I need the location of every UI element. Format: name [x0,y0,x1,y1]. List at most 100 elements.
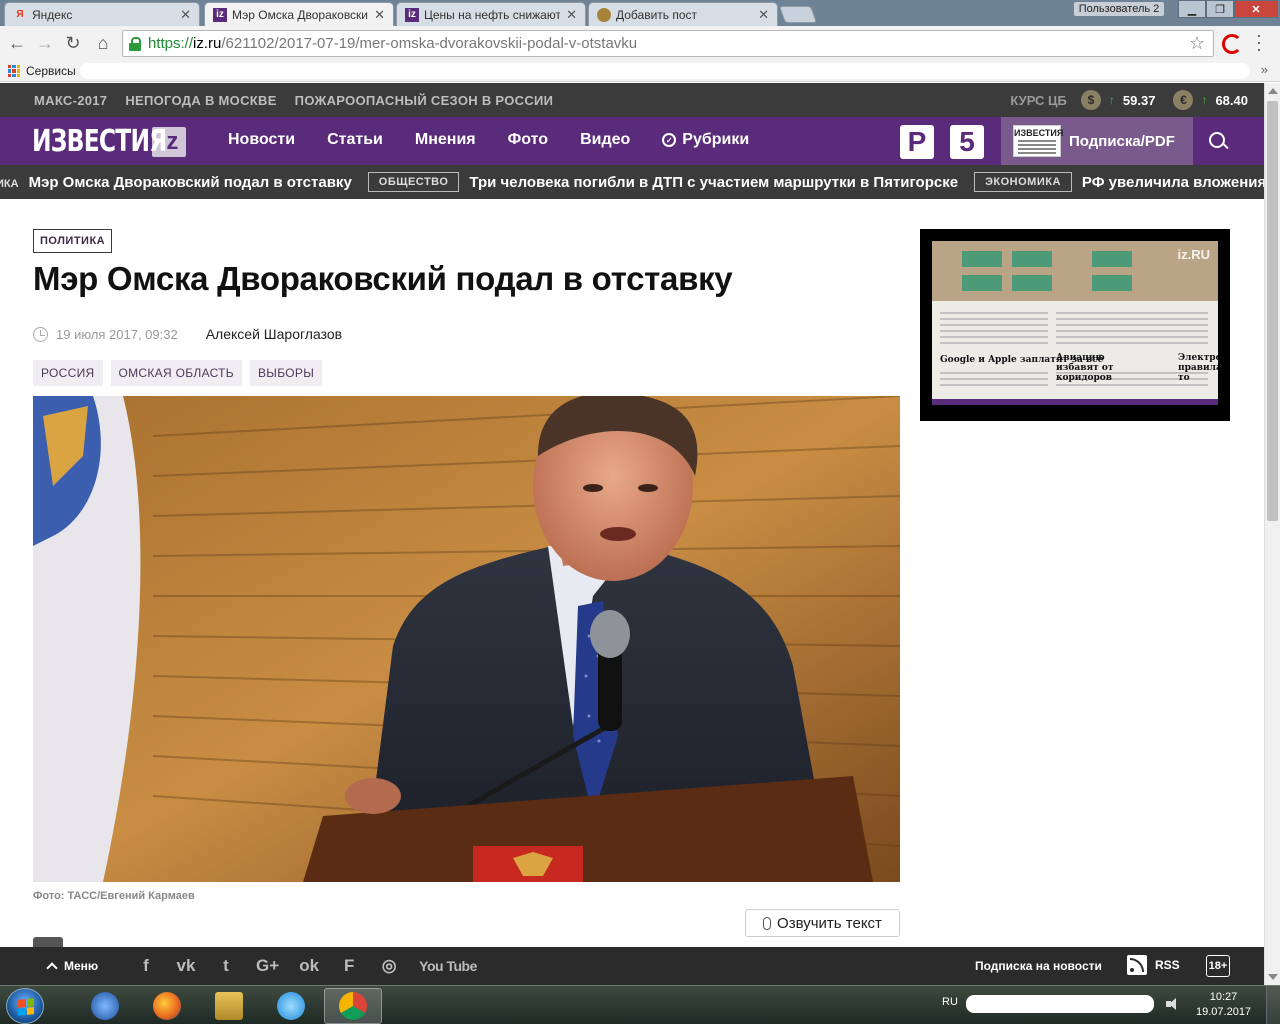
close-tab-icon[interactable]: ✕ [374,7,385,23]
language-indicator[interactable]: RU [942,996,958,1008]
topic-links: МАКС-2017 НЕПОГОДА В МОСКВЕ ПОЖАРООПАСНЫ… [34,93,553,108]
browser-menu-icon[interactable]: · · · [1256,26,1262,58]
euro-coin-icon: € [1173,90,1194,110]
youtube-icon[interactable]: You Tube [419,958,477,974]
ticker-item[interactable]: ИКА Мэр Омска Двораковский подал в отстав… [0,174,352,191]
reload-icon[interactable]: ↻ [62,32,84,54]
rss-link[interactable]: RSS [1127,955,1180,975]
usd-rate: 59.37 [1122,92,1156,108]
main-navigation: ИЗВЕСТИЯ iz Новости Статьи Мнения Фото В… [0,117,1264,165]
bookmark-star-icon[interactable]: ☆ [1189,33,1205,54]
subscribe-news-link[interactable]: Подписка на новости [975,959,1102,973]
channel-5-logo[interactable]: 5 [950,125,984,159]
tag-link[interactable]: ОМСКАЯ ОБЛАСТЬ [110,360,242,386]
mayor-photo-illustration [33,396,900,882]
scroll-down-arrow-icon[interactable] [1268,974,1278,980]
article-category[interactable]: ПОЛИТИКА [33,229,113,253]
clock-icon [33,326,48,342]
redacted-bookmarks [80,63,1250,79]
bookmarks-overflow-icon[interactable]: » [1261,62,1268,77]
menu-toggle[interactable]: Меню [46,959,98,974]
nav-news[interactable]: Новости [228,131,295,149]
vk-icon[interactable]: vk [176,956,196,976]
taskbar-app-firefox[interactable] [138,988,196,1024]
iz-icon: iz [213,7,227,22]
nav-video[interactable]: Видео [580,131,630,149]
eur-rate: 68.40 [1215,92,1248,108]
forward-arrow-icon[interactable]: → [34,32,56,54]
microphone-icon [763,916,772,930]
ticker-tag[interactable]: ЭКОНОМИКА [974,172,1072,192]
tag-link[interactable]: ВЫБОРЫ [250,360,323,386]
subscription-pdf-button[interactable]: ИЗВЕСТИЯ Подписка/PDF [1001,117,1193,165]
share-facebook-icon[interactable] [33,937,63,947]
nav-opinions[interactable]: Мнения [415,131,476,149]
topic-link[interactable]: МАКС-2017 [34,93,107,108]
trending-topics-bar: МАКС-2017 НЕПОГОДА В МОСКВЕ ПОЖАРООПАСНЫ… [0,83,1264,117]
nav-rubrics-label: Рубрики [682,131,750,148]
tab-mer-omska[interactable]: iz Мэр Омска Двораковски ✕ [204,2,394,26]
nav-articles[interactable]: Статьи [327,131,383,149]
rubrics-chevron-icon: ✓ [662,133,677,147]
currency-rates: КУРС ЦБ $ ↑ 59.37 € ↑ 68.40 [1010,90,1258,110]
taskbar-app-chrome[interactable] [324,988,382,1024]
close-tab-icon[interactable]: ✕ [180,7,191,23]
maximize-button[interactable]: ❐ [1206,0,1234,18]
home-icon[interactable]: ⌂ [92,32,114,54]
tab-title: Яндекс [32,7,73,22]
video-headline: Авиацию избавят от коридоров [1056,353,1114,383]
taskbar-app-ie[interactable] [262,988,320,1024]
article-author[interactable]: Алексей Шароглазов [206,326,342,342]
show-desktop-button[interactable] [1266,986,1280,1024]
rss-label: RSS [1155,958,1180,972]
scroll-up-arrow-icon[interactable] [1268,88,1278,94]
google-plus-icon[interactable]: G+ [256,956,279,976]
pikabu-icon [597,7,611,22]
taskbar-app-thunderbird[interactable] [76,988,134,1024]
system-clock[interactable]: 10:27 19.07.2017 [1196,990,1251,1020]
voice-text-button[interactable]: Озвучить текст [745,909,900,937]
nav-rubrics[interactable]: ✓ Рубрики [662,131,749,149]
facebook-icon[interactable]: f [136,956,156,976]
start-button[interactable] [6,988,44,1024]
browser-tab-strip: Я Яндекс ✕ iz Мэр Омска Двораковски ✕ iz… [0,0,1280,26]
new-tab-button[interactable] [778,6,818,23]
extension-icon[interactable] [1222,34,1242,54]
page-scrollbar[interactable] [1264,83,1280,985]
tag-link[interactable]: РОССИЯ [33,360,103,386]
instagram-icon[interactable]: ◎ [379,956,399,976]
up-arrow-icon: ↑ [1108,93,1115,107]
folder-icon [215,992,243,1020]
tab-oil-prices[interactable]: iz Цены на нефть снижают ✕ [396,2,586,26]
volume-icon[interactable] [1166,998,1180,1010]
tab-add-post[interactable]: Добавить пост ✕ [588,2,778,26]
ticker-text[interactable]: РФ увеличила вложения [1082,174,1264,191]
back-arrow-icon[interactable]: ← [6,32,28,54]
twitter-icon[interactable]: t [216,956,236,976]
tab-yandex[interactable]: Я Яндекс ✕ [4,2,200,26]
nav-photo[interactable]: Фото [508,131,548,149]
ticker-tag[interactable]: ОБЩЕСТВО [367,172,460,192]
logo-wordmark: ИЗВЕСТИЯ [32,124,167,159]
flipboard-icon[interactable]: F [339,956,359,976]
url-path: /621102/2017-07-19/mer-omska-dvorakovski… [221,35,638,52]
minimize-button[interactable]: ▁ [1178,0,1206,18]
taskbar-app-explorer[interactable] [200,988,258,1024]
scrollbar-thumb[interactable] [1267,101,1278,521]
address-bar[interactable]: https://iz.ru/621102/2017-07-19/mer-omsk… [122,30,1214,57]
close-tab-icon[interactable]: ✕ [566,7,577,23]
topic-link[interactable]: НЕПОГОДА В МОСКВЕ [125,93,276,108]
bookmark-apps[interactable]: Сервисы [8,64,76,78]
ticker-text[interactable]: Три человека погибли в ДТП с участием ма… [469,174,958,191]
clock-date: 19.07.2017 [1196,1006,1252,1018]
close-tab-icon[interactable]: ✕ [758,7,769,23]
izvestia-logo[interactable]: ИЗВЕСТИЯ iz [32,124,186,159]
close-window-button[interactable]: ✕ [1234,0,1278,18]
odnoklassniki-icon[interactable]: ok [299,956,319,976]
profile-badge[interactable]: Пользователь 2 [1074,2,1164,16]
search-icon[interactable] [1206,129,1230,153]
sidebar-video-player[interactable]: iz.RU Google и Apple заплатят за всё Ави… [920,229,1230,421]
topic-link[interactable]: ПОЖАРООПАСНЫЙ СЕЗОН В РОССИИ [295,93,554,108]
article-meta: 19 июля 2017, 09:32 Алексей Шароглазов [33,326,342,342]
ren-tv-logo[interactable]: Р [900,125,934,159]
